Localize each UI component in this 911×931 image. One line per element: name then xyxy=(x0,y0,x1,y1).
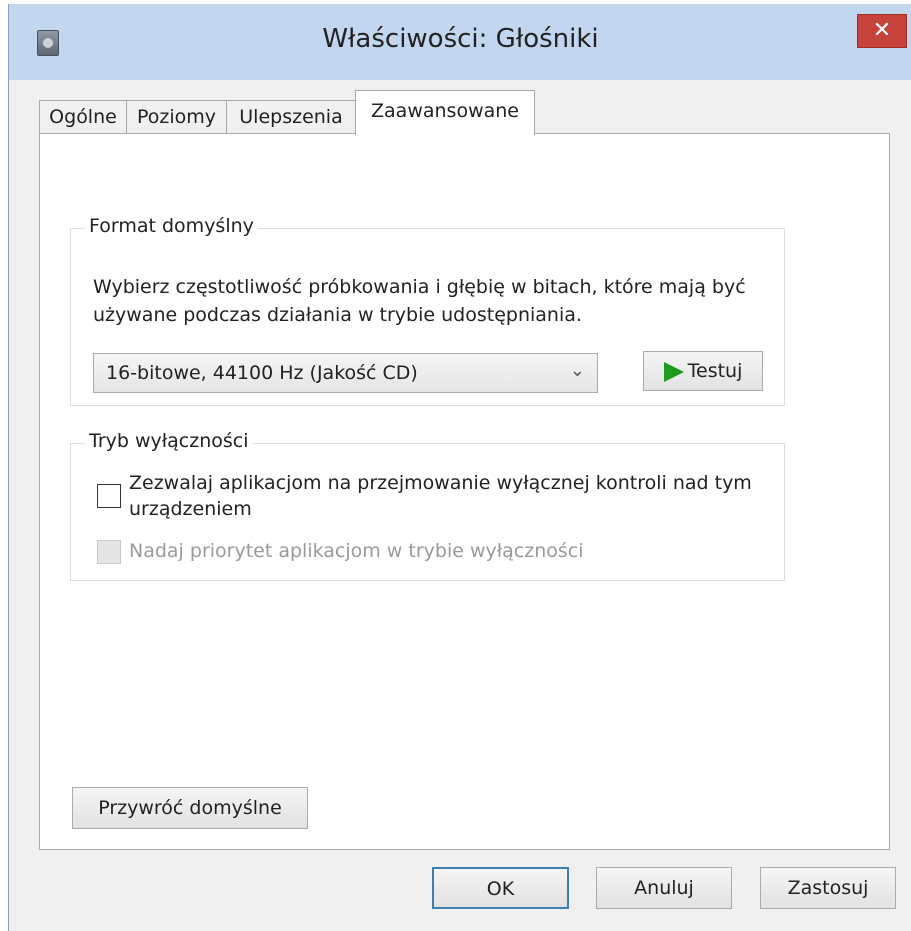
ok-button[interactable]: OK xyxy=(432,867,569,909)
tab-levels[interactable]: Poziomy xyxy=(126,100,227,134)
tab-enhancements[interactable]: Ulepszenia xyxy=(226,100,356,134)
play-icon xyxy=(663,361,684,382)
exclusive-mode-title: Tryb wyłączności xyxy=(85,430,253,452)
close-button[interactable]: ✕ xyxy=(857,14,907,48)
advanced-tab-page: Format domyślny Wybierz częstotliwość pr… xyxy=(39,133,890,850)
apply-button[interactable]: Zastosuj xyxy=(760,867,896,909)
properties-dialog: Właściwości: Głośniki ✕ Ogólne Poziomy U… xyxy=(8,4,911,931)
title-bar[interactable]: Właściwości: Głośniki ✕ xyxy=(9,4,911,84)
sample-rate-dropdown[interactable]: 16-bitowe, 44100 Hz (Jakość CD) ⌄ xyxy=(93,353,598,393)
priority-checkbox xyxy=(97,540,121,564)
default-format-group: Format domyślny Wybierz częstotliwość pr… xyxy=(70,215,785,406)
allow-exclusive-label[interactable]: Zezwalaj aplikacjom na przejmowanie wyłą… xyxy=(129,470,779,522)
tab-advanced[interactable]: Zaawansowane xyxy=(355,90,535,135)
test-button[interactable]: Testuj xyxy=(643,351,763,391)
exclusive-mode-group: Tryb wyłączności Zezwalaj aplikacjom na … xyxy=(70,430,785,581)
sample-rate-value: 16-bitowe, 44100 Hz (Jakość CD) xyxy=(106,362,418,384)
tab-general[interactable]: Ogólne xyxy=(39,100,127,134)
priority-label: Nadaj priorytet aplikacjom w trybie wyłą… xyxy=(129,540,584,562)
window-title: Właściwości: Głośniki xyxy=(322,24,599,54)
chevron-down-icon: ⌄ xyxy=(569,360,585,381)
restore-defaults-button[interactable]: Przywróć domyślne xyxy=(72,787,308,829)
allow-exclusive-checkbox[interactable] xyxy=(97,484,121,508)
default-format-description: Wybierz częstotliwość próbkowania i głęb… xyxy=(93,276,746,326)
cancel-button[interactable]: Anuluj xyxy=(596,867,732,909)
dialog-client-area: Ogólne Poziomy Ulepszenia Zaawansowane F… xyxy=(9,80,911,931)
default-format-title: Format domyślny xyxy=(85,215,258,237)
test-button-label: Testuj xyxy=(687,360,743,382)
